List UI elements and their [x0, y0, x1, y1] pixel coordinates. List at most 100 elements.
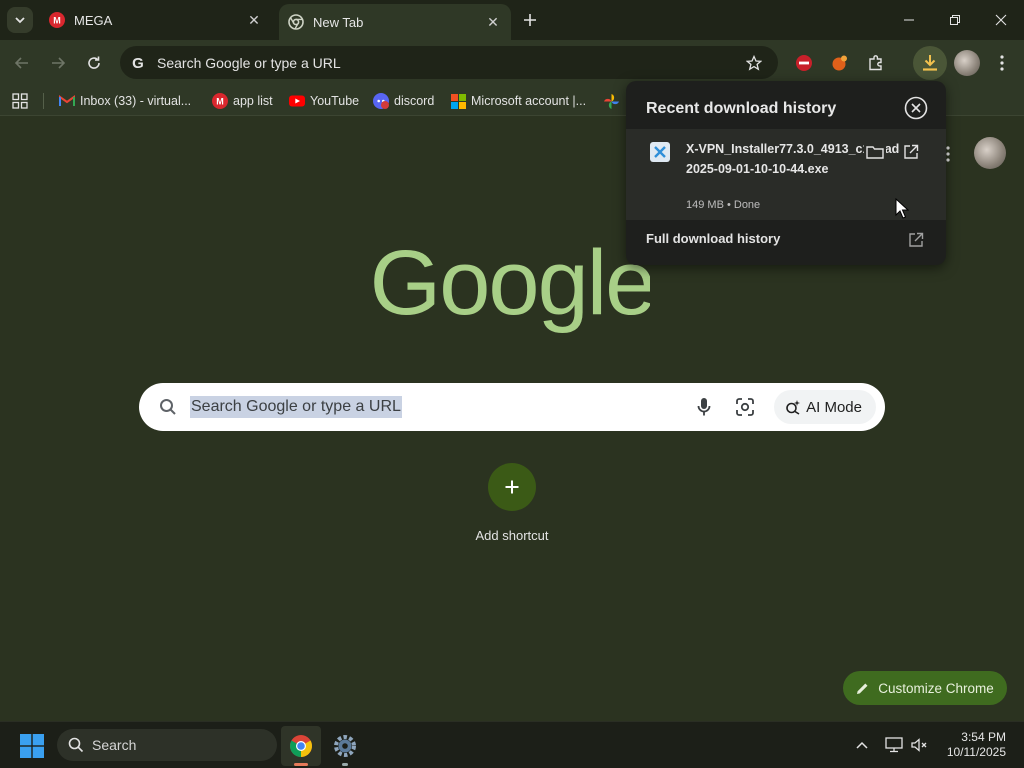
- bookmark-app-list[interactable]: M app list: [212, 91, 273, 111]
- minimize-icon: [904, 19, 914, 21]
- bookmark-label: app list: [233, 94, 273, 108]
- add-shortcut-label: Add shortcut: [475, 528, 549, 543]
- full-download-history-link[interactable]: Full download history: [626, 220, 946, 260]
- restore-button[interactable]: [932, 0, 978, 40]
- close-icon: [995, 14, 1007, 26]
- open-external-icon[interactable]: [900, 141, 922, 163]
- search-input[interactable]: Search Google or type a URL: [190, 396, 402, 418]
- download-icon: [923, 55, 937, 71]
- adblock-extension-icon[interactable]: [792, 51, 816, 75]
- taskbar-search[interactable]: Search: [57, 729, 277, 761]
- taskbar: Search 3:54 PM 10/11/2025: [0, 721, 1024, 768]
- tab-mega[interactable]: M MEGA ✕: [40, 0, 272, 40]
- forward-button[interactable]: [43, 48, 73, 78]
- search-box[interactable]: Search Google or type a URL AI Mode: [139, 383, 885, 431]
- plus-icon: [524, 14, 536, 26]
- ai-mode-label: AI Mode: [806, 398, 862, 416]
- search-icon: [158, 397, 178, 417]
- network-icon[interactable]: [884, 735, 904, 755]
- bookmark-discord[interactable]: discord: [373, 91, 434, 111]
- download-bubble: Recent download history X-VPN_Installer7…: [626, 81, 946, 265]
- google-photos-icon[interactable]: [604, 91, 619, 111]
- download-filename: X-VPN_Installer77.3.0_4913_c1bbad5b_2025…: [686, 142, 921, 176]
- bookmark-gmail[interactable]: Inbox (33) - virtual...: [59, 91, 191, 111]
- bookmark-microsoft-account[interactable]: Microsoft account |...: [450, 91, 586, 111]
- extensions-puzzle-icon[interactable]: [864, 51, 888, 75]
- running-indicator: [342, 763, 348, 766]
- svg-text:G: G: [132, 55, 144, 71]
- download-meta: 149 MB • Done: [686, 199, 761, 211]
- discord-icon: [373, 93, 389, 109]
- taskbar-search-label: Search: [92, 737, 137, 753]
- close-circle-icon[interactable]: [904, 96, 928, 120]
- ai-mode-button[interactable]: AI Mode: [774, 390, 876, 424]
- google-logo: Google: [374, 240, 650, 334]
- reload-button[interactable]: [79, 48, 109, 78]
- show-in-folder-icon[interactable]: [864, 141, 886, 163]
- profile-avatar[interactable]: [954, 50, 980, 76]
- clock-time: 3:54 PM: [961, 730, 1006, 744]
- windows-start-icon[interactable]: [20, 734, 44, 758]
- reload-icon: [88, 56, 100, 69]
- mega-icon: M: [49, 12, 65, 28]
- open-external-icon: [906, 230, 926, 250]
- search-icon: [68, 737, 84, 753]
- svg-text:Google: Google: [374, 240, 650, 334]
- ai-mode-icon: [786, 400, 801, 415]
- bookmark-label: discord: [394, 94, 435, 108]
- address-bar-text: Search Google or type a URL: [157, 54, 341, 71]
- customize-chrome-button[interactable]: Customize Chrome: [843, 671, 1007, 705]
- restore-icon: [950, 15, 960, 25]
- toolbar: G Search Google or type a URL: [0, 40, 1024, 86]
- youtube-icon: [289, 93, 305, 109]
- bookmark-youtube[interactable]: YouTube: [289, 91, 359, 111]
- address-bar[interactable]: G Search Google or type a URL: [120, 46, 778, 79]
- extension-icon[interactable]: [828, 51, 852, 75]
- bookmarks-separator: [43, 93, 44, 109]
- customize-chrome-label: Customize Chrome: [878, 680, 994, 696]
- volume-muted-icon[interactable]: [910, 735, 930, 755]
- taskbar-clock[interactable]: 3:54 PM 10/11/2025: [936, 730, 1006, 760]
- plus-icon: [488, 463, 536, 511]
- minimize-button[interactable]: [886, 0, 932, 40]
- chrome-menu-icon[interactable]: [990, 51, 1014, 75]
- chrome-icon: [290, 735, 312, 757]
- back-button[interactable]: [7, 48, 37, 78]
- tab-title: MEGA: [74, 12, 113, 28]
- new-tab-button[interactable]: [518, 8, 542, 32]
- download-bubble-title: Recent download history: [646, 100, 837, 117]
- bookmark-star-icon[interactable]: [744, 53, 764, 73]
- bookmark-label: YouTube: [310, 94, 360, 108]
- google-g-icon: G: [129, 54, 147, 72]
- downloads-button[interactable]: [913, 46, 947, 80]
- chevron-down-icon: [15, 17, 25, 24]
- add-shortcut-button[interactable]: Add shortcut: [464, 463, 560, 553]
- chrome-icon: [288, 14, 304, 30]
- mega-icon: M: [212, 93, 228, 109]
- settings-gear-icon: [334, 735, 356, 757]
- taskbar-chrome[interactable]: [281, 726, 321, 766]
- tab-search-button[interactable]: [7, 7, 33, 33]
- tab-new-tab[interactable]: New Tab ✕: [279, 4, 511, 40]
- tab-title: New Tab: [313, 14, 364, 30]
- clock-date: 10/11/2025: [946, 745, 1006, 759]
- svg-text:M: M: [216, 97, 224, 107]
- google-lens-icon[interactable]: [733, 395, 757, 419]
- mouse-cursor-icon: [895, 198, 909, 219]
- taskbar-settings[interactable]: [325, 726, 365, 766]
- gmail-icon: [59, 93, 75, 109]
- microphone-icon[interactable]: [692, 395, 716, 419]
- avatar[interactable]: [974, 137, 1006, 169]
- chevron-up-icon[interactable]: [852, 735, 872, 755]
- active-indicator: [294, 763, 308, 766]
- forward-arrow-icon: [52, 57, 66, 69]
- close-window-button[interactable]: [978, 0, 1024, 40]
- microsoft-icon: [450, 93, 466, 109]
- apps-grid-icon[interactable]: [12, 91, 28, 111]
- svg-text:M: M: [53, 16, 61, 26]
- tab-strip: M MEGA ✕ New Tab ✕: [0, 0, 1024, 40]
- pencil-icon: [857, 683, 868, 694]
- close-icon[interactable]: ✕: [244, 10, 264, 30]
- close-icon[interactable]: ✕: [483, 12, 503, 32]
- full-download-history-label: Full download history: [646, 231, 781, 246]
